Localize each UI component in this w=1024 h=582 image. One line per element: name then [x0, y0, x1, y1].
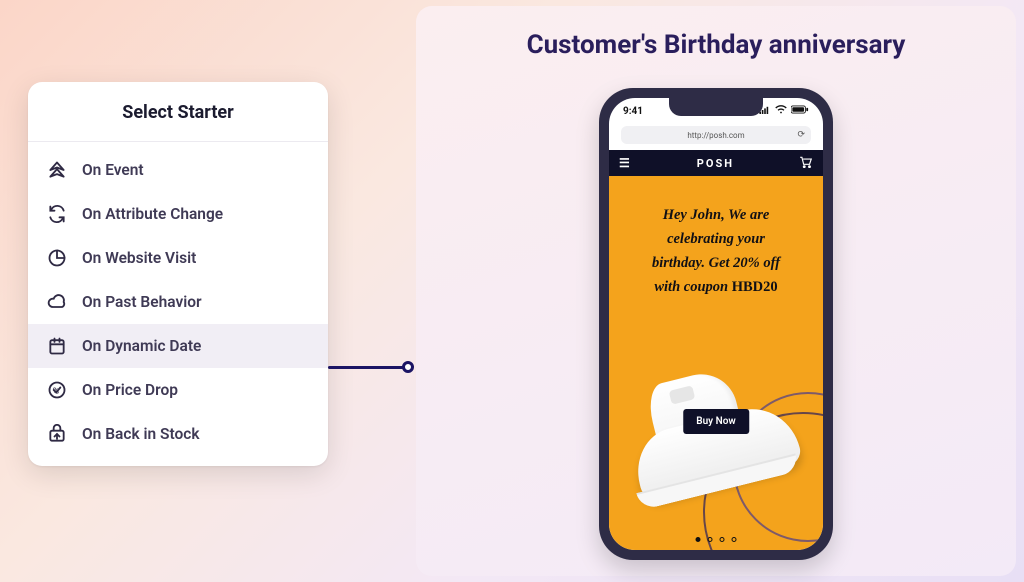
- cart-icon[interactable]: [799, 156, 813, 171]
- starter-list: On Event On Attribute Change On Website …: [28, 142, 328, 466]
- phone-screen: 9:41 http://posh.com ⟳: [609, 98, 823, 550]
- box-icon: [46, 423, 68, 445]
- coupon-code: HBD20: [732, 279, 778, 295]
- site-header: ☰ POSH: [609, 150, 823, 176]
- discount-icon: %: [46, 379, 68, 401]
- hero-line: Hey John, We are: [627, 204, 805, 228]
- starter-item-label: On Dynamic Date: [82, 337, 201, 355]
- hero-section: Hey John, We are celebrating your birthd…: [609, 176, 823, 550]
- brand-logo: POSH: [697, 157, 734, 170]
- starter-item-label: On Website Visit: [82, 249, 196, 267]
- starter-item-on-attribute-change[interactable]: On Attribute Change: [28, 192, 328, 236]
- url-text: http://posh.com: [687, 131, 744, 140]
- battery-icon: [791, 105, 809, 117]
- cloud-icon: [46, 291, 68, 313]
- starter-item-on-past-behavior[interactable]: On Past Behavior: [28, 280, 328, 324]
- phone-mockup: 9:41 http://posh.com ⟳: [599, 88, 833, 560]
- carousel-dot[interactable]: [696, 537, 701, 542]
- buy-now-button[interactable]: Buy Now: [683, 409, 749, 434]
- preview-title: Customer's Birthday anniversary: [416, 6, 1016, 60]
- connector-line: [328, 361, 414, 373]
- status-time: 9:41: [623, 106, 643, 117]
- status-indicators: [759, 105, 809, 117]
- starter-item-label: On Price Drop: [82, 381, 178, 399]
- refresh-icon[interactable]: ⟳: [797, 130, 805, 140]
- starter-item-on-event[interactable]: On Event: [28, 148, 328, 192]
- svg-text:%: %: [53, 386, 59, 396]
- carousel-dots[interactable]: [696, 537, 737, 542]
- nav-icon: [46, 159, 68, 181]
- carousel-dot[interactable]: [732, 537, 737, 542]
- starter-item-on-price-drop[interactable]: % On Price Drop: [28, 368, 328, 412]
- carousel-dot[interactable]: [708, 537, 713, 542]
- refresh-icon: [46, 203, 68, 225]
- starter-item-on-website-visit[interactable]: On Website Visit: [28, 236, 328, 280]
- starter-item-on-back-in-stock[interactable]: On Back in Stock: [28, 412, 328, 456]
- starter-item-on-dynamic-date[interactable]: On Dynamic Date: [28, 324, 328, 368]
- hero-message: Hey John, We are celebrating your birthd…: [609, 176, 823, 300]
- pie-icon: [46, 247, 68, 269]
- phone-notch: [669, 98, 763, 116]
- select-starter-panel: Select Starter On Event On Attribute Cha…: [28, 82, 328, 466]
- starter-item-label: On Attribute Change: [82, 205, 223, 223]
- hero-line: birthday. Get 20% off: [627, 252, 805, 276]
- browser-url-bar[interactable]: http://posh.com ⟳: [621, 126, 811, 144]
- wifi-icon: [775, 105, 787, 117]
- hero-line: celebrating your: [627, 228, 805, 252]
- starter-item-label: On Past Behavior: [82, 293, 202, 311]
- preview-card: Customer's Birthday anniversary 9:41: [416, 6, 1016, 576]
- calendar-icon: [46, 335, 68, 357]
- panel-title: Select Starter: [28, 82, 328, 142]
- carousel-dot[interactable]: [720, 537, 725, 542]
- hamburger-icon[interactable]: ☰: [619, 156, 632, 170]
- starter-item-label: On Back in Stock: [82, 425, 200, 443]
- hero-line: with coupon HBD20: [627, 276, 805, 300]
- starter-item-label: On Event: [82, 161, 144, 179]
- hero-line-prefix: with coupon: [654, 279, 731, 295]
